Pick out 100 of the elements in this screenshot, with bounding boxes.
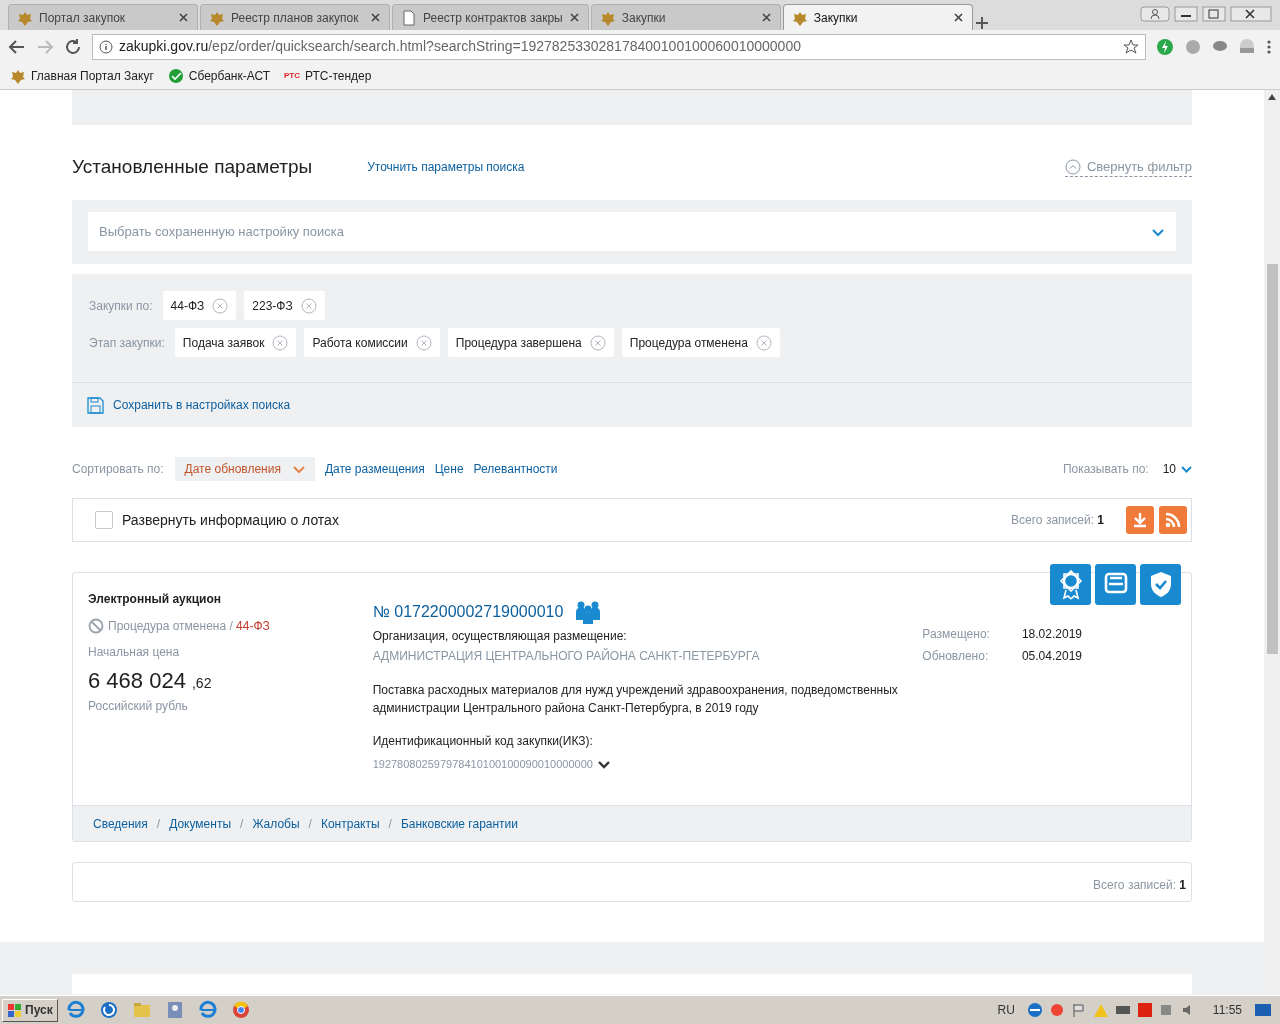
organization-label: Организация, осуществляющая размещение: — [372, 628, 628, 645]
print-button[interactable] — [1095, 564, 1136, 605]
procurement-description: Поставка расходных материалов для нужд учреждений здравоохранения, подведомственных администрации Центрального района Санкт-Петербурга, в 2019 году — [372, 682, 899, 717]
date-label: Обновлено: — [922, 648, 990, 665]
browser-tab[interactable]: Закупки — [782, 4, 973, 30]
group-of-people-icon — [575, 600, 602, 624]
award-button[interactable] — [1050, 564, 1091, 605]
rss-button[interactable] — [1159, 506, 1187, 534]
card-tab-link[interactable]: Сведения — [93, 814, 148, 833]
close-icon[interactable] — [178, 12, 189, 23]
separator: / — [388, 815, 392, 833]
minimize-icon[interactable] — [1174, 6, 1198, 22]
tab-title: Закупки — [621, 9, 667, 27]
prohibited-icon — [88, 618, 104, 634]
remove-icon[interactable] — [415, 334, 432, 351]
teamviewer-icon[interactable] — [1026, 1002, 1043, 1018]
language-indicator[interactable]: RU — [997, 1001, 1015, 1019]
expand-lots-checkbox[interactable]: Развернуть информацию о лотах — [95, 509, 339, 531]
bookmark[interactable]: РТС РТС-тендер — [284, 67, 372, 85]
sort-dropdown[interactable]: Дате обновления — [174, 457, 315, 481]
tray-app-icon[interactable] — [1136, 1002, 1153, 1018]
card-tab-link[interactable]: Контракты — [320, 814, 380, 833]
browser-icon[interactable] — [65, 1000, 86, 1020]
tray-app-icon[interactable] — [1048, 1002, 1065, 1018]
remove-icon[interactable] — [589, 334, 606, 351]
chevron-down-icon — [1181, 465, 1192, 473]
filter-chip[interactable]: 44-ФЗ — [162, 291, 237, 320]
flag-icon[interactable] — [1070, 1002, 1087, 1018]
show-desktop-icon[interactable] — [1254, 1002, 1272, 1018]
close-icon[interactable] — [1230, 6, 1272, 22]
remote-app-icon[interactable] — [98, 1000, 119, 1020]
price-label: Начальная цена — [88, 644, 181, 661]
address-bar[interactable]: zakupki.gov.ru/epz/order/quicksearch/search.html?searchString=192782533028178400100100060010000000 — [92, 33, 1146, 60]
clock: 11:55 — [1212, 1002, 1242, 1019]
currency: Российский рубль — [88, 698, 189, 715]
star-icon[interactable] — [1123, 38, 1139, 55]
remove-icon[interactable] — [300, 297, 317, 314]
tab-title: Реестр планов закупок — [231, 9, 360, 27]
separator: / — [308, 815, 312, 833]
save-settings-link[interactable]: Сохранить в настройках поиска — [72, 383, 1192, 427]
sort-option-link[interactable]: Релевантности — [473, 460, 558, 478]
procurement-number-link[interactable]: № 0172200002719000010 — [372, 600, 564, 624]
windows-logo-icon — [7, 1002, 22, 1018]
page-size-dropdown[interactable]: 10 — [1162, 460, 1192, 478]
filter-label: Закупки по: — [89, 297, 153, 315]
close-icon[interactable] — [952, 12, 964, 23]
procurement-type: Электронный аукцион — [88, 591, 223, 608]
refine-search-link[interactable]: Уточнить параметры поиска — [367, 158, 525, 176]
bookmark[interactable]: Главная Портал Закуг — [10, 67, 154, 85]
date-value: 05.04.2019 — [1021, 648, 1082, 665]
shield-check-button[interactable] — [1140, 564, 1181, 605]
sort-option-link[interactable]: Дате размещения — [324, 460, 425, 478]
filter-chip[interactable]: Процедура отменена — [621, 328, 780, 357]
browser-tab[interactable]: Реестр планов закупок — [200, 4, 390, 30]
chrome-circle-icon[interactable] — [230, 1000, 251, 1020]
close-icon[interactable] — [370, 12, 381, 23]
filter-chip[interactable]: Подача заявок — [174, 328, 297, 357]
url-text: zakupki.gov.ru/epz/order/quicksearch/search.html?searchString=192782533028178400100100060010000000 — [119, 37, 802, 56]
tab-title: Закупки — [813, 9, 859, 27]
info-icon[interactable] — [99, 39, 113, 54]
scrollbar[interactable] — [1264, 90, 1280, 995]
initial-price: 6 468 024 ,62 — [88, 667, 213, 695]
organization-name: АДМИНИСТРАЦИЯ ЦЕНТРАЛЬНОГО РАЙОНА САНКТ-ПЕТЕРБУРГА — [372, 647, 761, 665]
chevron-down-icon[interactable] — [597, 759, 610, 769]
browser-tab[interactable]: Закупки — [590, 4, 781, 30]
sort-option-link[interactable]: Цене — [434, 460, 464, 478]
card-tab-link[interactable]: Банковские гарантии — [400, 814, 518, 833]
scroll-up-icon[interactable] — [1268, 94, 1276, 100]
remove-icon[interactable] — [212, 297, 229, 314]
close-icon[interactable] — [568, 12, 580, 23]
ikz-code: 192780802597978410100100090010000000 — [372, 757, 593, 772]
lightning-icon[interactable] — [1156, 37, 1174, 56]
menu-icon[interactable] — [1266, 38, 1272, 55]
start-button[interactable]: Пуск — [2, 998, 58, 1022]
back-icon[interactable] — [8, 37, 26, 56]
chevron-down-icon — [1151, 226, 1165, 237]
reload-icon[interactable] — [64, 37, 82, 56]
card-tab-link[interactable]: Жалобы — [252, 814, 300, 833]
browser-icon[interactable] — [197, 1000, 218, 1020]
download-button[interactable] — [1126, 506, 1154, 534]
filter-chip[interactable]: Процедура завершена — [447, 328, 614, 357]
new-tab-icon[interactable] — [974, 16, 989, 30]
browser-tab[interactable]: Портал закупок — [8, 4, 198, 30]
bookmark[interactable]: Сбербанк-АСТ — [167, 67, 270, 85]
separator: / — [240, 815, 244, 833]
close-icon[interactable] — [760, 12, 772, 23]
browser-tab[interactable]: Реестр контрактов закры — [392, 4, 589, 30]
date-value: 18.02.2019 — [1021, 626, 1082, 643]
filter-label: Этап закупки: — [89, 334, 165, 352]
remove-icon[interactable] — [755, 334, 772, 351]
tab-title: Реестр контрактов закры — [423, 9, 563, 27]
filter-chip[interactable]: 223-ФЗ — [244, 291, 325, 320]
filter-chip[interactable]: Работа комиссии — [304, 328, 440, 357]
profile-icon[interactable] — [1140, 6, 1170, 22]
checkbox-square[interactable] — [95, 511, 113, 529]
remove-icon[interactable] — [272, 334, 289, 351]
card-tab-link[interactable]: Документы — [169, 814, 232, 833]
total-records: Всего записей: 1 — [1011, 512, 1104, 529]
chevron-down-icon — [292, 464, 305, 474]
page-icon — [401, 9, 417, 26]
